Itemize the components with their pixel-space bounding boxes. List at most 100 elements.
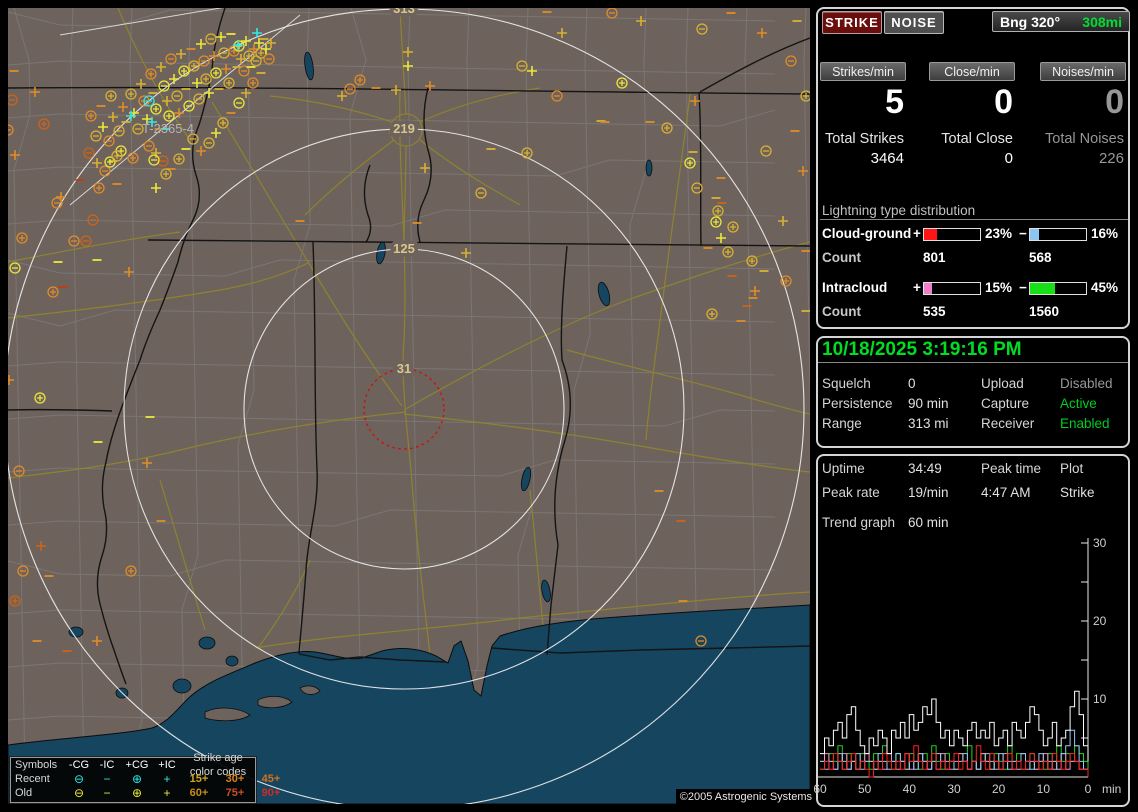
cg-neg-percent: 16% — [1091, 226, 1119, 241]
ic-pos-count: 535 — [923, 304, 946, 319]
cg-neg-count: 568 — [1029, 250, 1052, 265]
legend-col-+IC: +IC — [158, 759, 176, 771]
ring-label-125: 125 — [393, 241, 415, 256]
ic-pos-percent: 15% — [985, 280, 1013, 295]
total-noises-label: Total Noises — [1045, 131, 1124, 147]
legend-symbol-glyph: + — [163, 786, 171, 800]
map-view[interactable]: 313 219 125 31 T-2365-4 — [8, 8, 810, 804]
datetime-display: 10/18/2025 3:19:16 PM — [822, 339, 1022, 360]
legend-symbol-glyph: − — [103, 772, 111, 786]
svg-text:min: min — [1102, 782, 1121, 796]
strikes-per-min-value: 5 — [885, 83, 904, 121]
cg-pos-bar — [923, 228, 981, 241]
copyright-text: ©2005 Astrogenic Systems — [676, 789, 814, 805]
close-per-min-value: 0 — [994, 83, 1013, 121]
plus-sign: + — [913, 280, 921, 295]
uptime-label: Uptime — [822, 461, 865, 476]
cg-pos-count: 801 — [923, 250, 946, 265]
legend-row-label: Recent — [15, 773, 50, 785]
strikes-per-min-button[interactable]: Strikes/min — [820, 62, 906, 81]
close-per-min-button[interactable]: Close/min — [929, 62, 1015, 81]
cg-pos-percent: 23% — [985, 226, 1013, 241]
svg-text:40: 40 — [903, 782, 917, 796]
strike-map[interactable]: 313 219 125 31 T-2365-4 — [8, 8, 810, 804]
legend-age-75+: 75+ — [225, 787, 245, 799]
capture-label: Capture — [981, 396, 1030, 411]
plus-sign: + — [913, 226, 921, 241]
plot-label: Plot — [1060, 461, 1084, 476]
storm-cell-label: T-2365-4 — [142, 121, 194, 136]
ic-neg-bar — [1029, 282, 1087, 295]
squelch-label: Squelch — [822, 376, 871, 391]
count-label: Count — [822, 250, 861, 265]
ic-neg-percent: 45% — [1091, 280, 1119, 295]
legend-age-45+: 45+ — [261, 773, 281, 785]
squelch-value: 0 — [908, 376, 916, 391]
ring-label-313: 313 — [393, 8, 415, 16]
noises-per-min-button[interactable]: Noises/min — [1040, 62, 1126, 81]
minus-sign: − — [1019, 226, 1027, 241]
trend-window-value: 60 min — [908, 515, 949, 530]
persistence-label: Persistence — [822, 396, 893, 411]
trend-graph: 30 20 10 60 50 40 30 20 10 0 min — [813, 536, 1121, 796]
cloud-ground-label: Cloud-ground — [822, 226, 912, 241]
capture-value: Active — [1060, 396, 1097, 411]
peak-rate-value: 19/min — [908, 485, 949, 500]
cg-neg-bar — [1029, 228, 1087, 241]
svg-text:20: 20 — [992, 782, 1006, 796]
svg-text:50: 50 — [858, 782, 872, 796]
persistence-value: 90 min — [908, 396, 949, 411]
legend-symbol-glyph: + — [163, 772, 171, 786]
minus-sign: − — [1019, 280, 1027, 295]
map-legend: Symbols -CG -IC +CG +IC Strike age color code… — [10, 752, 280, 803]
svg-text:60: 60 — [813, 782, 827, 796]
svg-text:30: 30 — [947, 782, 961, 796]
strike-mode-button[interactable]: STRIKE — [822, 11, 882, 34]
legend-symbol-glyph: ⊕ — [131, 772, 143, 786]
ring-label-31: 31 — [397, 361, 411, 376]
svg-text:0: 0 — [1085, 782, 1092, 796]
range-label: Range — [822, 416, 862, 431]
ic-pos-bar — [923, 282, 981, 295]
legend-symbol-glyph: − — [103, 786, 111, 800]
bearing-display: Bng 320° 308mi — [992, 11, 1130, 32]
legend-symbol-glyph: ⊕ — [131, 786, 143, 800]
trend-series-total — [820, 690, 1089, 762]
range-value: 313 mi — [908, 416, 949, 431]
svg-text:30: 30 — [1093, 536, 1107, 550]
bearing-range-value: 308mi — [1082, 13, 1122, 30]
receiver-value: Enabled — [1060, 416, 1110, 431]
distribution-title: Lightning type distribution — [822, 203, 976, 218]
legend-symbol-glyph: ⊖ — [73, 786, 85, 800]
svg-text:10: 10 — [1093, 692, 1107, 706]
legend-symbol-glyph: ⊖ — [73, 772, 85, 786]
ring-label-219: 219 — [393, 121, 415, 136]
svg-text:20: 20 — [1093, 614, 1107, 628]
divider — [820, 219, 1128, 220]
peak-rate-label: Peak rate — [822, 485, 880, 500]
divider — [818, 362, 1128, 363]
count-label: Count — [822, 304, 861, 319]
uptime-value: 34:49 — [908, 461, 942, 476]
receiver-label: Receiver — [981, 416, 1035, 431]
trend-graph-label: Trend graph — [822, 515, 896, 530]
legend-age-30+: 30+ — [225, 773, 245, 785]
noises-per-min-value: 0 — [1105, 83, 1124, 121]
ic-neg-count: 1560 — [1029, 304, 1060, 319]
trend-series-cg-pos — [820, 745, 1089, 778]
upload-value: Disabled — [1060, 376, 1113, 391]
legend-row-label: Old — [15, 787, 33, 799]
total-noises-value: 226 — [1098, 150, 1124, 167]
legend-age-60+: 60+ — [189, 787, 209, 799]
bearing-label: Bng 320° — [1000, 13, 1061, 30]
legend-age-15+: 15+ — [189, 773, 209, 785]
upload-label: Upload — [981, 376, 1024, 391]
peak-time-value: 4:47 AM — [981, 485, 1031, 500]
plot-value: Strike — [1060, 485, 1095, 500]
noise-mode-button[interactable]: NOISE — [884, 11, 944, 34]
legend-symbols-title: Symbols — [15, 759, 58, 771]
legend-col--IC: -IC — [99, 759, 115, 771]
legend-age-90+: 90+ — [261, 787, 281, 799]
peak-time-label: Peak time — [981, 461, 1042, 476]
legend-col-+CG: +CG — [125, 759, 149, 771]
